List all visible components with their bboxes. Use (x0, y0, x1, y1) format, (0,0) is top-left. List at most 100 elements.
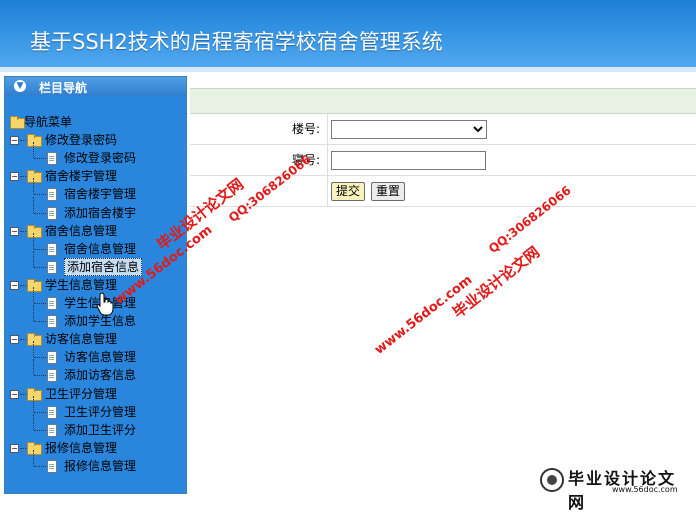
page-icon (47, 351, 57, 365)
building-label: 楼号: (190, 114, 328, 144)
nav-item-label: 添加访客信息 (64, 368, 137, 383)
tree-connector (33, 395, 34, 412)
nav-group[interactable]: − 卫生评分管理 (5, 386, 185, 402)
header-divider (0, 67, 696, 72)
collapse-toggle-icon[interactable]: − (10, 136, 19, 146)
sidebar-heading-label: 栏目导航 (39, 81, 88, 95)
folder-open-icon (27, 333, 42, 347)
reset-button[interactable]: 重置 (371, 182, 405, 201)
nav-group-label: 卫生评分管理 (45, 386, 118, 401)
room-number-input[interactable] (331, 151, 486, 170)
tree-root-label: 导航菜单 (24, 115, 73, 129)
tree-connector (33, 305, 34, 322)
logo-url: www.56doc.com (612, 485, 678, 494)
hand-cursor-icon (96, 292, 114, 316)
folder-open-icon (10, 116, 25, 129)
nav-group[interactable]: − 修改登录密码 (5, 132, 185, 148)
tree-connector (34, 248, 46, 250)
folder-open-icon (27, 387, 42, 401)
nav-group-label: 报修信息管理 (45, 440, 118, 455)
nav-group[interactable]: − 宿舍楼宇管理 (5, 168, 185, 184)
folder-open-icon (27, 278, 42, 292)
tree-connector (20, 393, 26, 395)
folder-open-icon (27, 441, 42, 455)
nav-item[interactable]: 添加学生信息 (5, 305, 185, 329)
collapse-icon[interactable]: ▼ (14, 80, 26, 92)
tree-connector (33, 232, 34, 249)
sidebar-heading[interactable]: ▼ 栏目导航 (5, 77, 186, 96)
collapse-toggle-icon[interactable]: − (10, 443, 19, 453)
nav-group-label: 宿舍楼宇管理 (45, 169, 118, 184)
collapse-toggle-icon[interactable]: − (10, 172, 19, 182)
nav-item-label: 访客信息管理 (64, 350, 137, 365)
nav-item[interactable]: 修改登录密码 (5, 142, 185, 166)
page-icon (47, 206, 57, 220)
page-icon (47, 423, 57, 437)
nav-group[interactable]: − 报修信息管理 (5, 440, 185, 456)
building-row: 楼号: (190, 114, 696, 145)
nav-item-label: 修改登录密码 (64, 151, 137, 166)
tree-connector (33, 449, 34, 466)
nav-item-label: 报修信息管理 (64, 458, 137, 473)
folder-open-icon (27, 224, 42, 238)
tree-connector (20, 230, 26, 232)
collapse-toggle-icon[interactable]: − (10, 226, 19, 236)
page-icon (47, 188, 57, 202)
page-icon (47, 459, 57, 473)
tree-connector (34, 411, 46, 413)
footer-logo: 毕业设计论文网 www.56doc.com (540, 466, 690, 512)
nav-group-label: 修改登录密码 (45, 133, 118, 148)
tree-connector (33, 287, 34, 303)
tree-connector (34, 212, 46, 214)
nav-item[interactable]: 报修信息管理 (5, 449, 185, 474)
tree-connector (33, 142, 34, 159)
tree-connector (20, 176, 26, 178)
app-title: 基于SSH2技术的启程寄宿学校宿舍管理系统 (30, 30, 443, 54)
nav-item[interactable]: 学生信息管理 (5, 287, 185, 311)
nav-item-label: 添加宿舍信息 (64, 257, 143, 276)
tree-connector (20, 140, 26, 142)
form-header-bar (190, 88, 696, 114)
nav-item[interactable]: 访客信息管理 (5, 341, 185, 365)
tree-connector (34, 158, 46, 160)
page-icon (47, 369, 57, 383)
tree-connector (34, 266, 46, 268)
page-icon (47, 260, 57, 274)
nav-group[interactable]: − 学生信息管理 (5, 277, 185, 293)
page-icon (47, 315, 57, 329)
tree-connector (20, 284, 26, 286)
nav-item[interactable]: 添加卫生评分 (5, 413, 185, 438)
nav-group-label: 访客信息管理 (45, 332, 118, 347)
nav-item[interactable]: 宿舍楼宇管理 (5, 178, 185, 202)
room-row: 寝号: (190, 145, 696, 176)
nav-group[interactable]: − 访客信息管理 (5, 331, 185, 347)
tree-connector (33, 413, 34, 430)
nav-item-label: 卫生评分管理 (64, 404, 137, 419)
tree-connector (34, 303, 46, 304)
tree-connector (33, 196, 34, 213)
app-header: 基于SSH2技术的启程寄宿学校宿舍管理系统 (0, 0, 696, 72)
nav-item-label: 添加宿舍楼宇 (64, 205, 137, 220)
page-icon (47, 242, 57, 256)
collapse-toggle-icon[interactable]: − (10, 335, 19, 345)
building-select[interactable] (331, 120, 487, 139)
nav-item[interactable]: 卫生评分管理 (5, 395, 185, 420)
nav-item[interactable]: 添加宿舍楼宇 (5, 196, 185, 221)
collapse-toggle-icon[interactable]: − (10, 280, 19, 290)
nav-item[interactable]: 添加访客信息 (5, 359, 185, 383)
tree-connector (33, 250, 34, 267)
tree-connector (34, 194, 46, 196)
nav-item-label: 宿舍楼宇管理 (64, 187, 137, 202)
submit-button[interactable]: 提交 (331, 182, 365, 201)
nav-item-label: 添加卫生评分 (64, 422, 137, 437)
tree-connector (20, 447, 26, 449)
page-icon (47, 297, 57, 310)
logo-emblem-icon (540, 468, 564, 492)
tree-connector (33, 341, 34, 358)
folder-open-icon (27, 170, 42, 184)
tree-connector (20, 339, 26, 341)
collapse-toggle-icon[interactable]: − (10, 389, 19, 399)
nav-group-label: 宿舍信息管理 (45, 223, 118, 238)
nav-group-label: 学生信息管理 (45, 277, 118, 292)
tree-connector (33, 178, 34, 195)
